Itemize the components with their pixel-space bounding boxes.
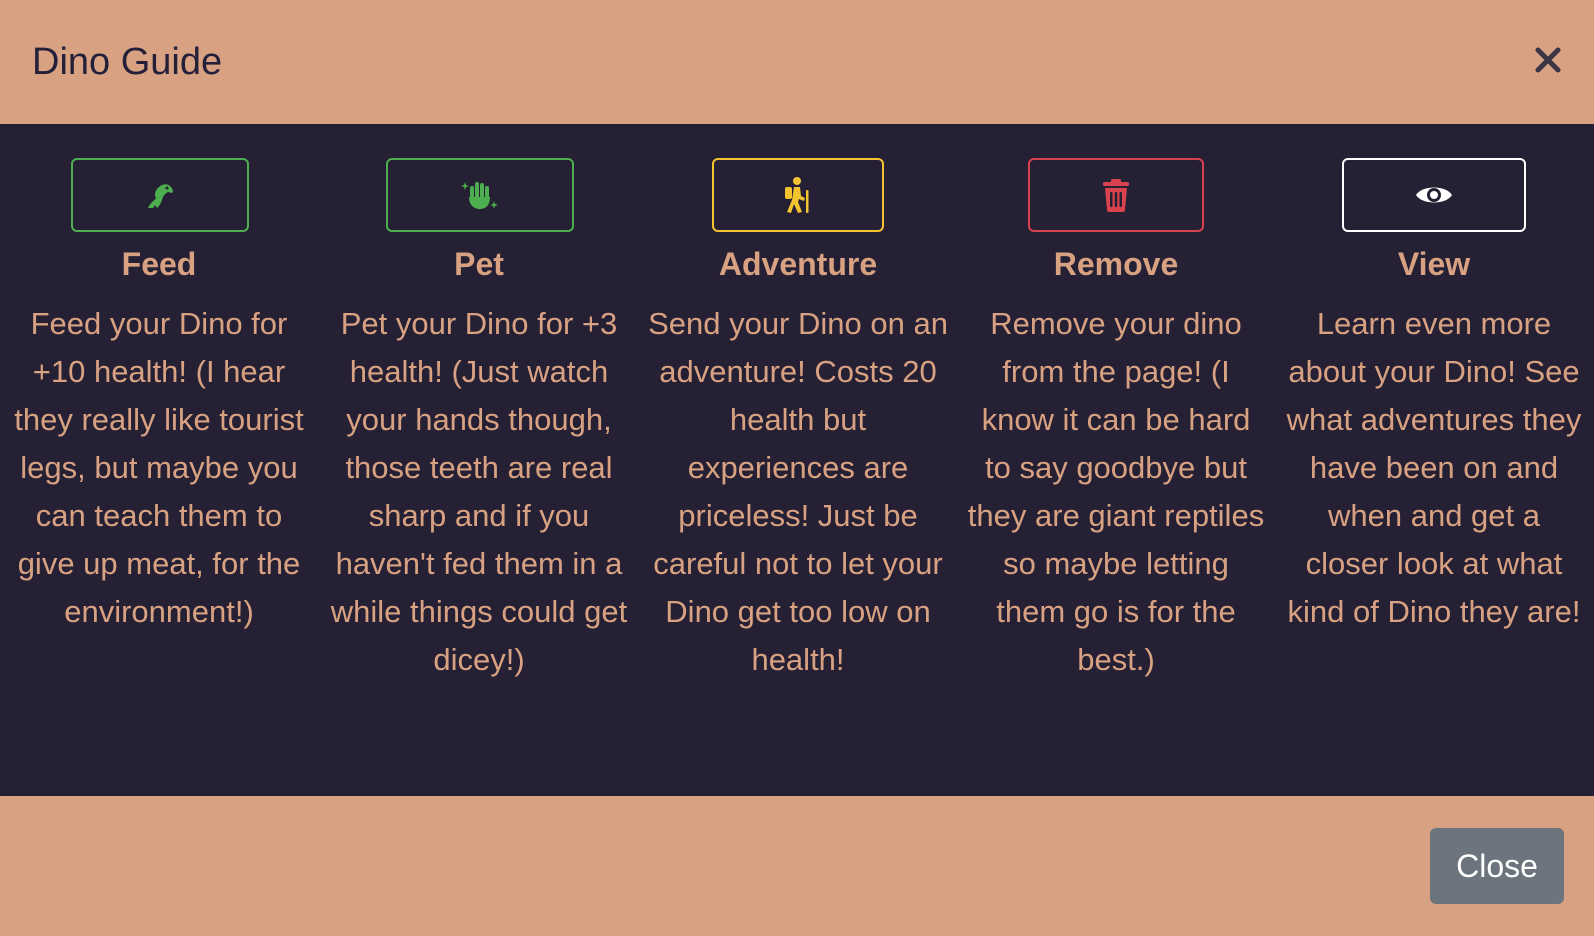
modal-body: Feed Feed your Dino for +10 health! (I h… xyxy=(0,124,1594,796)
adventure-title: Adventure xyxy=(718,246,878,282)
remove-button[interactable] xyxy=(1028,158,1204,232)
close-x-button[interactable] xyxy=(1528,40,1568,80)
pet-button[interactable] xyxy=(386,158,574,232)
eye-icon xyxy=(1416,187,1452,203)
feed-description: Feed your Dino for +10 health! (I hear t… xyxy=(14,306,304,629)
modal-header: Dino Guide xyxy=(0,0,1594,124)
trash-icon xyxy=(1103,179,1129,212)
sparkle-hand-icon xyxy=(461,182,498,209)
hiking-icon xyxy=(785,177,809,213)
remove-title: Remove xyxy=(1053,246,1179,282)
close-button[interactable]: Close xyxy=(1430,828,1564,904)
adventure-description: Send your Dino on an adventure! Costs 20… xyxy=(648,306,948,677)
dino-guide-modal: Dino Guide Feed Feed your Dino for +10 h… xyxy=(0,0,1594,936)
view-button[interactable] xyxy=(1342,158,1526,232)
dino-icon xyxy=(148,184,173,208)
pet-description: Pet your Dino for +3 health! (Just watch… xyxy=(330,306,628,677)
remove-description: Remove your dino from the page! (I know … xyxy=(967,306,1265,677)
feed-title: Feed xyxy=(121,246,197,282)
modal-title: Dino Guide xyxy=(32,41,223,83)
view-description: Learn even more about your Dino! See wha… xyxy=(1286,306,1582,629)
view-title: View xyxy=(1397,246,1471,282)
pet-title: Pet xyxy=(454,246,504,282)
feed-button[interactable] xyxy=(71,158,249,232)
close-icon xyxy=(1535,47,1561,73)
modal-footer: Close xyxy=(0,796,1594,936)
adventure-button[interactable] xyxy=(712,158,884,232)
